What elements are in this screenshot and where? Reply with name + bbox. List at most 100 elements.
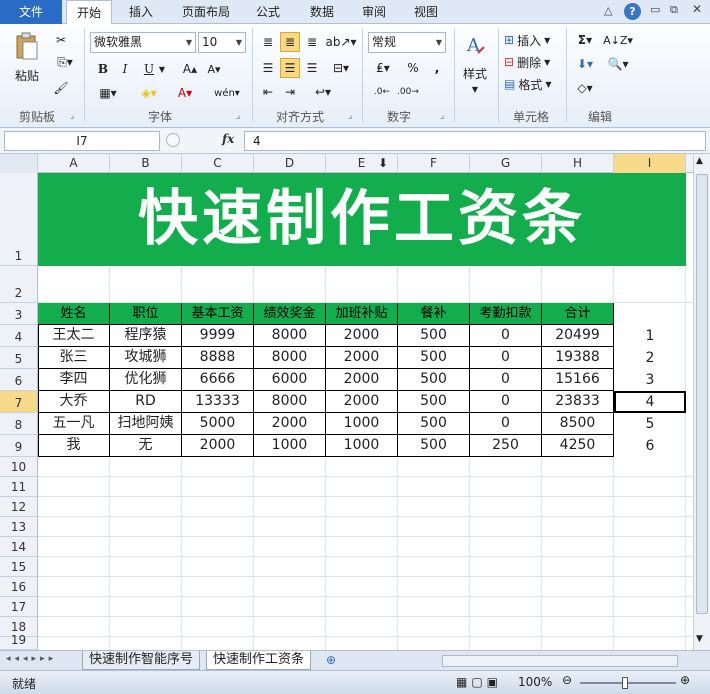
increase-font-icon[interactable]: A▴	[182, 60, 198, 78]
sort-filter-icon[interactable]: A↓Z▾	[603, 30, 633, 50]
cut-icon[interactable]: ✂	[52, 32, 70, 48]
tab-view[interactable]: 视图	[406, 0, 446, 24]
help-icon[interactable]: ?	[624, 3, 641, 20]
cell-base-salary[interactable]: 8888	[182, 347, 254, 369]
decrease-font-icon[interactable]: A▾	[206, 60, 222, 78]
cell-total[interactable]: 4250	[542, 435, 614, 457]
increase-indent-icon[interactable]: ⇥	[280, 82, 300, 102]
active-cell-i7[interactable]: 4	[614, 391, 686, 413]
header-cell-meal[interactable]: 餐补	[398, 303, 470, 325]
restore-icon[interactable]: ⧉	[670, 3, 678, 17]
wrap-text-icon[interactable]: ↩▾	[310, 82, 336, 102]
row-header-11[interactable]: 11	[0, 477, 38, 497]
cell-overtime[interactable]: 2000	[326, 325, 398, 347]
percent-icon[interactable]: %	[404, 58, 422, 78]
row-header-12[interactable]: 12	[0, 497, 38, 517]
italic-button[interactable]: I	[118, 60, 132, 78]
header-cell-bonus[interactable]: 绩效奖金	[254, 303, 326, 325]
row-header-10[interactable]: 10	[0, 457, 38, 477]
tab-file[interactable]: 文件	[0, 0, 62, 24]
cell-total[interactable]: 8500	[542, 413, 614, 435]
currency-icon[interactable]: ₤▾	[370, 58, 396, 78]
alignment-launcher-icon[interactable]: ⌟	[348, 111, 352, 121]
zoom-in-icon[interactable]: ⊕	[680, 673, 690, 687]
row-header-15[interactable]: 15	[0, 557, 38, 577]
underline-button[interactable]: U	[142, 60, 156, 78]
autosum-icon[interactable]: Σ▾	[572, 30, 598, 50]
cell-total[interactable]: 19388	[542, 347, 614, 369]
phonetic-icon[interactable]: wén▾	[212, 84, 242, 102]
format-cells-button[interactable]: ▤ 格式 ▼	[504, 74, 562, 94]
row-header-17[interactable]: 17	[0, 597, 38, 617]
cell-total[interactable]: 20499	[542, 325, 614, 347]
fill-color-icon[interactable]: ◈▾	[136, 84, 162, 102]
sheet-tab-payslip[interactable]: 快速制作工资条	[206, 651, 312, 670]
column-header-f[interactable]: F	[398, 154, 470, 173]
cell-deduction[interactable]: 0	[470, 413, 542, 435]
fill-icon[interactable]: ⬇▾	[572, 54, 598, 74]
tab-formulas[interactable]: 公式	[248, 0, 288, 24]
delete-cells-button[interactable]: ⊟ 删除 ▼	[504, 52, 562, 72]
insert-cells-button[interactable]: ⊞ 插入 ▼	[504, 30, 562, 50]
cell-total[interactable]: 15166	[542, 369, 614, 391]
clipboard-launcher-icon[interactable]: ⌟	[70, 111, 74, 121]
zoom-slider[interactable]	[580, 682, 676, 684]
align-center-icon[interactable]: ☰	[280, 58, 300, 78]
cell-position[interactable]: 攻城狮	[110, 347, 182, 369]
header-cell-position[interactable]: 职位	[110, 303, 182, 325]
cell-deduction[interactable]: 0	[470, 347, 542, 369]
horizontal-scrollbar[interactable]	[442, 655, 678, 667]
styles-dropdown-icon[interactable]: ▼	[470, 82, 480, 96]
font-size-combo[interactable]: 10 ▼	[198, 32, 246, 53]
cell-meal[interactable]: 500	[398, 435, 470, 457]
cell-position[interactable]: RD	[110, 391, 182, 413]
border-icon[interactable]: ▦▾	[96, 84, 120, 102]
cell-name[interactable]: 李四	[38, 369, 110, 391]
cell-overtime[interactable]: 2000	[326, 391, 398, 413]
row-header-5[interactable]: 5	[0, 347, 38, 369]
cell-position[interactable]: 无	[110, 435, 182, 457]
cell-deduction[interactable]: 0	[470, 391, 542, 413]
cell-overtime[interactable]: 1000	[326, 413, 398, 435]
cell-deduction[interactable]: 0	[470, 325, 542, 347]
cell-base-salary[interactable]: 2000	[182, 435, 254, 457]
cell-position[interactable]: 扫地阿姨	[110, 413, 182, 435]
cell-bonus[interactable]: 8000	[254, 391, 326, 413]
worksheet-grid[interactable]: A B C D E F G H I ⬇ 1 2 3 4 5 6 7 8 9 10…	[0, 154, 693, 650]
cell-meal[interactable]: 500	[398, 325, 470, 347]
zoom-out-icon[interactable]: ⊖	[562, 673, 572, 687]
scroll-thumb[interactable]	[696, 174, 708, 614]
row-header-8[interactable]: 8	[0, 413, 38, 435]
tab-review[interactable]: 审阅	[354, 0, 394, 24]
index-cell[interactable]: 3	[614, 369, 686, 391]
cell-bonus[interactable]: 6000	[254, 369, 326, 391]
column-header-h[interactable]: H	[542, 154, 614, 173]
cell-overtime[interactable]: 2000	[326, 347, 398, 369]
vertical-scrollbar[interactable]: ▲ ▼	[693, 154, 710, 650]
tab-insert[interactable]: 插入	[118, 0, 164, 24]
formula-input[interactable]: 4	[244, 131, 706, 151]
font-name-combo[interactable]: 微软雅黑 ▼	[90, 32, 196, 53]
cell-deduction[interactable]: 250	[470, 435, 542, 457]
merge-center-icon[interactable]: ⊟▾	[328, 58, 354, 78]
title-banner[interactable]: 快速制作工资条	[38, 173, 686, 266]
increase-decimal-icon[interactable]: .0←	[370, 82, 394, 102]
font-launcher-icon[interactable]: ⌟	[236, 111, 240, 121]
row-header-6[interactable]: 6	[0, 369, 38, 391]
column-header-b[interactable]: B	[110, 154, 182, 173]
header-cell-name[interactable]: 姓名	[38, 303, 110, 325]
tab-page-layout[interactable]: 页面布局	[176, 0, 236, 24]
cell-name[interactable]: 五一凡	[38, 413, 110, 435]
cell-name[interactable]: 张三	[38, 347, 110, 369]
row-header-13[interactable]: 13	[0, 517, 38, 537]
column-header-i[interactable]: I	[614, 154, 686, 173]
paste-button[interactable]	[12, 30, 42, 64]
styles-icon[interactable]: A	[462, 30, 488, 60]
sheet-nav-icons[interactable]: ◂◂◂▸▸▸	[6, 654, 57, 664]
cell-name[interactable]: 大乔	[38, 391, 110, 413]
format-painter-icon[interactable]: 🖌	[52, 80, 70, 96]
header-cell-overtime[interactable]: 加班补贴	[326, 303, 398, 325]
header-cell-base-salary[interactable]: 基本工资	[182, 303, 254, 325]
index-cell[interactable]: 1	[614, 325, 686, 347]
styles-button[interactable]: 样式	[458, 64, 492, 82]
